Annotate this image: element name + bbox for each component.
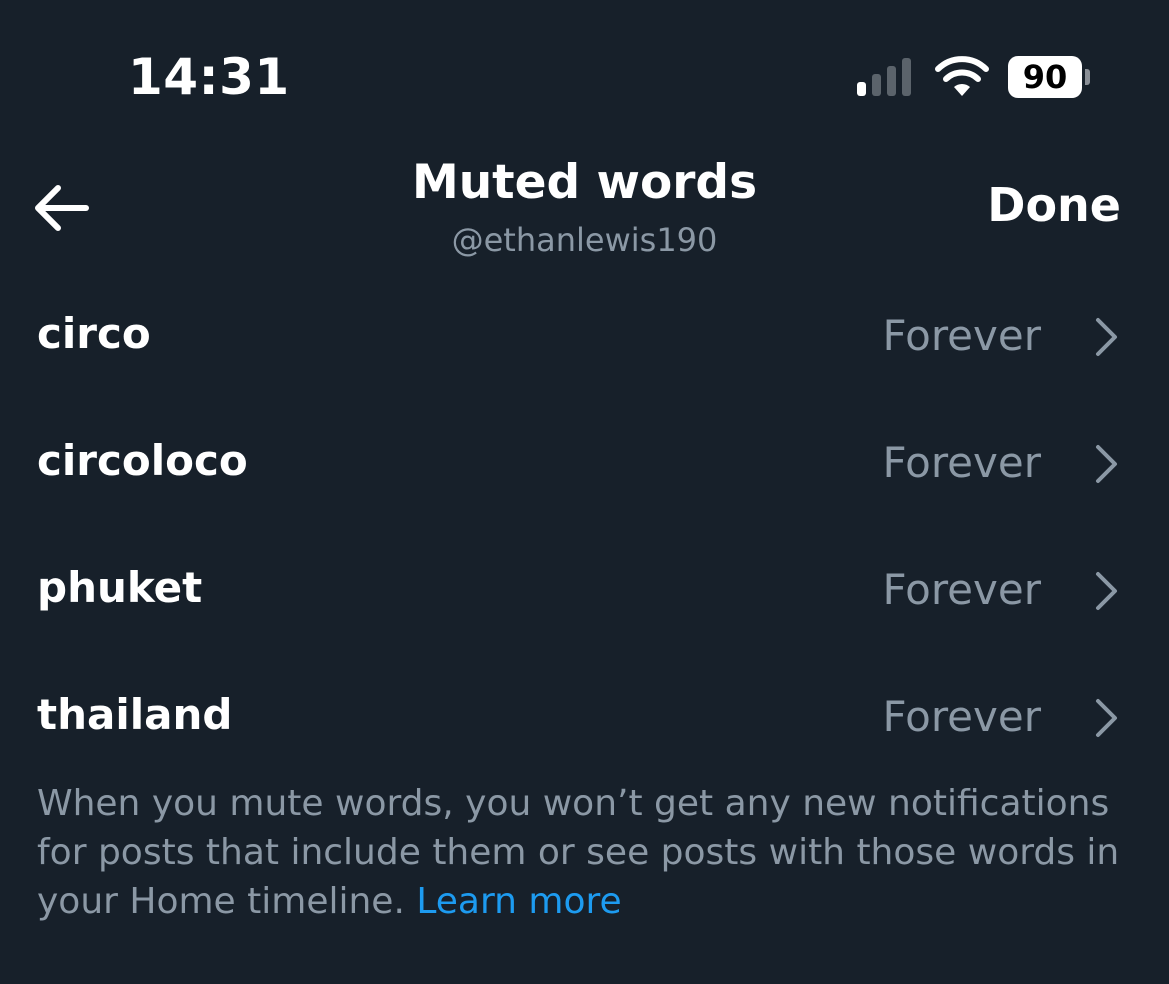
muted-word: circoloco: [37, 436, 248, 485]
muted-word-row[interactable]: circo Forever: [0, 271, 1169, 398]
chevron-right-icon: [1096, 572, 1117, 610]
muted-words-screen: 14:31 90 Muted words @ethanlewis190 Done…: [0, 0, 1169, 984]
muted-word: phuket: [37, 563, 203, 612]
mute-duration: Forever: [882, 692, 1041, 741]
battery-indicator: 90: [1008, 56, 1082, 98]
muted-word: circo: [37, 309, 151, 358]
mute-duration: Forever: [882, 311, 1041, 360]
muted-words-description: When you mute words, you won’t get any n…: [37, 779, 1137, 926]
muted-words-list: circo Forever circoloco Forever phuket F…: [0, 271, 1169, 779]
muted-word-row[interactable]: circoloco Forever: [0, 398, 1169, 525]
wifi-icon: [935, 56, 989, 96]
mute-duration: Forever: [882, 565, 1041, 614]
done-button[interactable]: Done: [987, 178, 1121, 232]
muted-word-row[interactable]: phuket Forever: [0, 525, 1169, 652]
learn-more-link[interactable]: Learn more: [416, 881, 621, 922]
chevron-right-icon: [1096, 318, 1117, 356]
chevron-right-icon: [1096, 699, 1117, 737]
battery-nub: [1085, 69, 1090, 85]
mute-duration: Forever: [882, 438, 1041, 487]
cellular-signal-icon: [857, 58, 911, 96]
chevron-right-icon: [1096, 445, 1117, 483]
muted-word: thailand: [37, 690, 233, 739]
status-time: 14:31: [128, 48, 290, 106]
muted-word-row[interactable]: thailand Forever: [0, 652, 1169, 779]
